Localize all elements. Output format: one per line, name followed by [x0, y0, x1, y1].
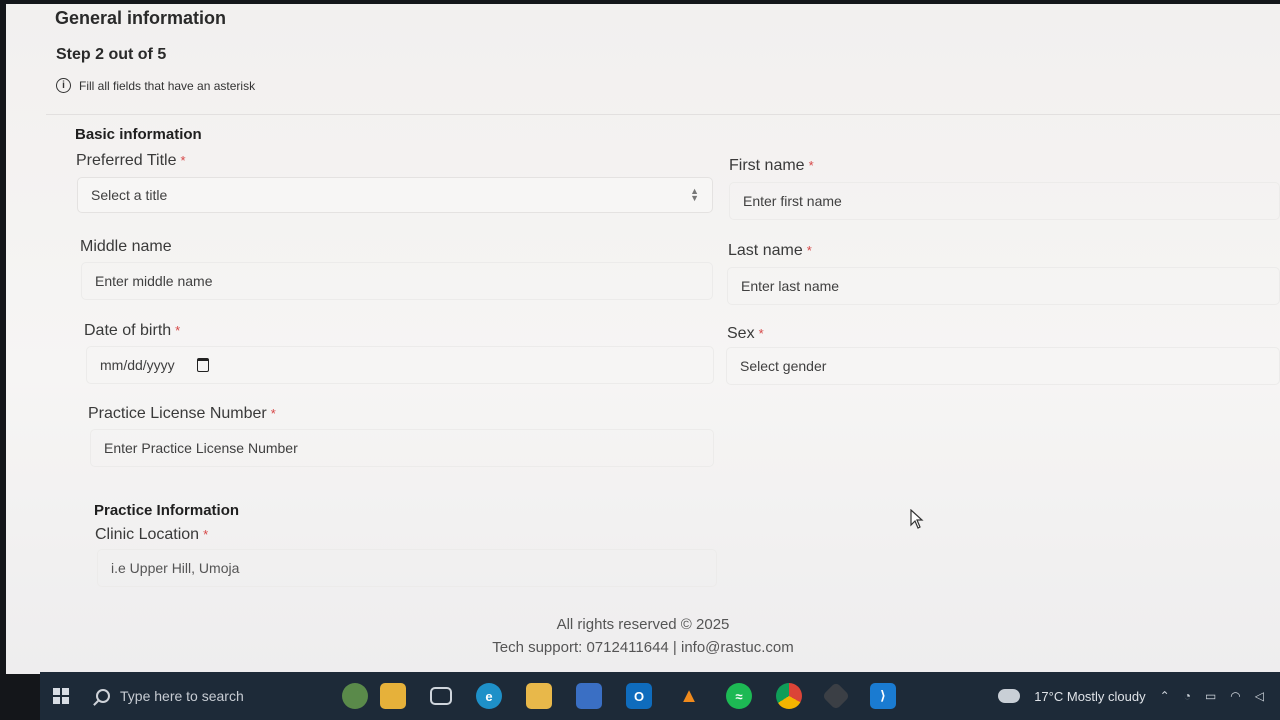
wifi-icon[interactable]: ◠	[1230, 689, 1240, 703]
file-explorer-icon[interactable]	[526, 683, 552, 709]
task-view-icon[interactable]	[430, 687, 452, 705]
git-icon[interactable]	[821, 681, 851, 711]
basic-info-heading: Basic information	[75, 126, 202, 143]
weather-widget[interactable]: 17°C Mostly cloudy	[1034, 689, 1145, 704]
sex-select[interactable]: Select gender	[726, 347, 1280, 385]
system-tray: 17°C Mostly cloudy ⌃ ◔ ▭ ◠ ◁	[998, 684, 1280, 704]
divider	[46, 114, 1280, 115]
required-hint: i Fill all fields that have an asterisk	[56, 78, 255, 93]
clinic-location-label: Clinic Location *	[95, 526, 209, 543]
windows-taskbar: Type here to search e O ▲ ≈ ⟩ 17°C Mostl…	[40, 672, 1280, 720]
volume-icon[interactable]: ◁	[1255, 689, 1264, 703]
step-indicator: Step 2 out of 5	[56, 46, 167, 63]
outlook-icon[interactable]: O	[626, 683, 652, 709]
required-asterisk: *	[203, 527, 209, 542]
required-asterisk: *	[175, 323, 181, 338]
license-placeholder: Enter Practice License Number	[104, 440, 298, 456]
preferred-title-label: Preferred Title *	[76, 152, 186, 169]
required-asterisk: *	[806, 243, 812, 258]
preferred-title-value: Select a title	[91, 187, 168, 203]
last-name-label: Last name *	[728, 242, 812, 259]
select-arrows-icon: ▲ ▼	[690, 186, 699, 203]
clinic-location-input[interactable]: i.e Upper Hill, Umoja	[97, 549, 717, 587]
last-name-placeholder: Enter last name	[741, 278, 840, 294]
hint-text: Fill all fields that have an asterisk	[79, 78, 256, 93]
first-name-placeholder: Enter first name	[743, 193, 842, 209]
news-icon[interactable]	[380, 683, 406, 709]
tech-support-text: Tech support: 0712411644 | info@rastuc.c…	[492, 639, 794, 656]
spotify-icon[interactable]: ≈	[726, 683, 752, 709]
vlc-icon[interactable]: ▲	[676, 683, 702, 709]
store-icon[interactable]	[576, 683, 602, 709]
windows-icon	[53, 688, 69, 704]
info-icon: i	[56, 78, 71, 93]
middle-name-label: Middle name	[80, 238, 172, 255]
browser-viewport: General information Step 2 out of 5 i Fi…	[6, 4, 1280, 674]
middle-name-placeholder: Enter middle name	[95, 273, 213, 289]
search-icon	[96, 689, 110, 703]
taskbar-search[interactable]: Type here to search	[82, 672, 332, 720]
dob-input[interactable]: mm/dd/yyyy	[86, 346, 714, 384]
sex-value: Select gender	[740, 358, 827, 374]
dob-placeholder: mm/dd/yyyy	[100, 357, 175, 373]
dob-label: Date of birth *	[84, 322, 181, 339]
battery-icon[interactable]: ▭	[1205, 689, 1216, 703]
chrome-icon[interactable]	[776, 683, 802, 709]
first-name-label: First name *	[729, 157, 814, 174]
required-asterisk: *	[180, 153, 186, 168]
last-name-input[interactable]: Enter last name	[727, 267, 1280, 305]
copyright-text: All rights reserved © 2025	[556, 616, 730, 633]
search-placeholder: Type here to search	[120, 688, 244, 704]
first-name-input[interactable]: Enter first name	[729, 182, 1280, 220]
calendar-icon[interactable]	[196, 358, 209, 372]
weather-cloud-icon	[998, 684, 1021, 703]
mouse-cursor-icon	[910, 509, 924, 529]
required-asterisk: *	[808, 158, 814, 173]
widgets-icon[interactable]	[342, 683, 368, 709]
preferred-title-select[interactable]: Select a title ▲ ▼	[77, 177, 713, 213]
middle-name-input[interactable]: Enter middle name	[81, 262, 713, 300]
network-icon[interactable]: ◔	[1184, 689, 1191, 703]
clinic-location-placeholder: i.e Upper Hill, Umoja	[111, 560, 240, 576]
page-title: General information	[55, 8, 227, 28]
practice-info-heading: Practice Information	[94, 502, 240, 519]
vscode-icon[interactable]: ⟩	[870, 683, 896, 709]
sex-label: Sex *	[727, 325, 764, 342]
required-asterisk: *	[758, 326, 764, 341]
required-asterisk: *	[270, 406, 276, 421]
edge-icon[interactable]: e	[476, 683, 502, 709]
license-input[interactable]: Enter Practice License Number	[90, 429, 714, 467]
license-label: Practice License Number *	[88, 405, 276, 422]
weather-temp: 17°C	[1034, 688, 1064, 704]
start-button[interactable]	[40, 672, 82, 720]
chevron-up-icon[interactable]: ⌃	[1160, 689, 1170, 703]
weather-text: Mostly cloudy	[1066, 688, 1146, 704]
